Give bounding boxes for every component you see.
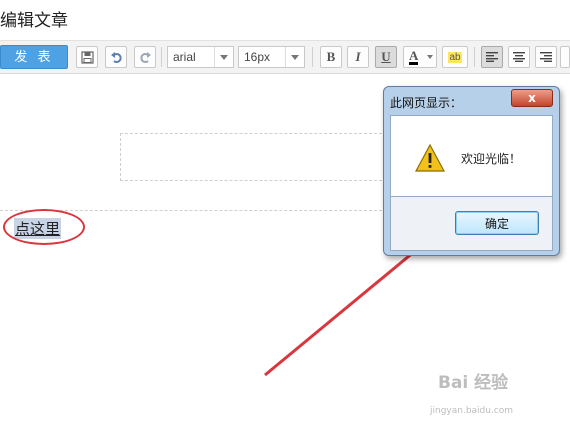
dialog-title: 此网页显示： [390,96,463,110]
undo-button[interactable] [105,46,127,68]
toolbar-divider [474,47,475,67]
toolbar-divider [312,47,313,67]
bold-button[interactable]: B [320,46,342,68]
editor-content-box[interactable] [120,133,382,181]
highlight-button[interactable]: ab [442,46,468,68]
font-family-value: arial [173,50,196,64]
font-size-select[interactable]: 16px [238,46,305,68]
chevron-down-icon [427,55,433,59]
alert-dialog: 此网页显示： x 欢迎光临！ 确定 [383,86,560,256]
font-family-select[interactable]: arial [167,46,234,68]
page-title: 编辑文章 [0,11,68,31]
align-left-button[interactable] [481,46,503,68]
align-center-icon [513,52,525,62]
watermark-url: jingyan.baidu.com [430,406,514,416]
redo-icon [139,51,151,63]
dialog-body: 欢迎光临！ [390,115,553,197]
more-tools-button[interactable] [560,46,570,68]
align-center-button[interactable] [508,46,530,68]
align-left-icon [486,52,498,62]
warning-icon [415,144,445,172]
dialog-message: 欢迎光临！ [461,152,522,166]
save-button[interactable] [76,46,98,68]
align-right-icon [540,52,552,62]
underline-button[interactable]: U [375,46,397,68]
baidu-watermark: Bai 经验 jingyan.baidu.com [430,368,513,416]
toolbar-divider [161,47,162,67]
italic-button[interactable]: I [347,46,369,68]
highlight-label: ab [448,51,462,63]
watermark-brand: Bai 经验 [438,373,509,393]
ok-button[interactable]: 确定 [455,211,539,235]
font-color-button[interactable]: A [403,46,437,68]
font-color-label: A [409,48,419,65]
chevron-down-icon [214,47,233,67]
annotation-circle [3,209,85,245]
font-size-value: 16px [244,50,271,64]
redo-button[interactable] [134,46,156,68]
dialog-footer: 确定 [390,197,553,251]
chevron-down-icon [285,47,304,67]
align-right-button[interactable] [535,46,557,68]
save-icon [80,50,94,64]
publish-button[interactable]: 发 表 [0,45,68,69]
undo-icon [110,51,122,63]
dialog-close-button[interactable]: x [511,89,553,107]
editor-toolbar: 发 表 arial 16px B I U A ab [0,40,570,74]
